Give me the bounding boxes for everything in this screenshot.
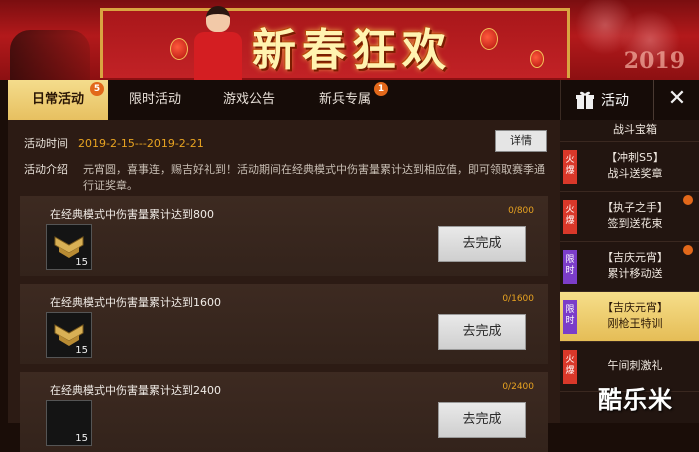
- medal-reward-icon[interactable]: 15: [46, 224, 92, 270]
- go-complete-button[interactable]: 去完成: [438, 314, 526, 350]
- reward-count: 15: [75, 345, 88, 356]
- task-progress: 0/1600: [502, 294, 534, 304]
- hot-tag: 火爆: [563, 150, 577, 184]
- hot-tag: 火爆: [563, 350, 577, 384]
- lantern-icon: [170, 38, 188, 60]
- sidebar-item[interactable]: 火爆 【执子之手】 签到送花束: [560, 192, 699, 242]
- tab-label: 日常活动: [31, 92, 84, 107]
- reward-count: 15: [75, 433, 88, 444]
- banner-title: 新春狂欢: [252, 25, 452, 76]
- task-card: 在经典模式中伤害量累计达到800 0/800 15 去完成: [20, 196, 548, 276]
- close-icon: ✕: [667, 86, 687, 111]
- sidebar-item-selected[interactable]: 限时 【吉庆元宵】 刚枪王特训: [560, 292, 699, 342]
- task-progress: 0/2400: [502, 382, 534, 392]
- notification-dot: [683, 245, 693, 255]
- sidebar-item[interactable]: 限时 【吉庆元宵】 累计移动送: [560, 242, 699, 292]
- activity-time-row: 活动时间 2019-2-15---2019-2-21: [24, 135, 204, 151]
- notification-badge: 1: [374, 82, 388, 96]
- task-title: 在经典模式中伤害量累计达到2400: [50, 384, 221, 397]
- watermark: 酷乐米: [598, 386, 673, 414]
- go-complete-button[interactable]: 去完成: [438, 402, 526, 438]
- character-illustration: [192, 2, 244, 80]
- sidebar-item-label: 【冲刺S5】 战斗送奖章: [606, 151, 664, 180]
- activity-panel: 日常活动 5 限时活动 游戏公告 新兵专属 1 活动时间 2019-2-15---…: [8, 80, 560, 452]
- notification-badge: 5: [90, 82, 104, 96]
- event-banner: 新春狂欢 2019: [0, 0, 699, 80]
- close-button[interactable]: ✕: [653, 80, 699, 120]
- intro-label: 活动介绍: [24, 163, 68, 176]
- reward-count: 15: [75, 257, 88, 268]
- tab-recruit[interactable]: 新兵专属 1: [296, 80, 394, 120]
- task-title: 在经典模式中伤害量累计达到1600: [50, 296, 221, 309]
- task-card: 在经典模式中伤害量累计达到2400 0/2400 15 去完成: [20, 372, 548, 452]
- detail-button[interactable]: 详情: [495, 130, 547, 152]
- limited-tag: 限时: [563, 300, 577, 334]
- sidebar-item-label: 战斗宝箱: [613, 123, 657, 136]
- go-complete-button[interactable]: 去完成: [438, 226, 526, 262]
- hot-tag: 火爆: [563, 200, 577, 234]
- sidebar-item-label: 【执子之手】 签到送花束: [602, 201, 668, 230]
- lantern-icon: [530, 50, 544, 68]
- task-card: 在经典模式中伤害量累计达到1600 0/1600 15 去完成: [20, 284, 548, 364]
- limited-tag: 限时: [563, 250, 577, 284]
- sidebar-item[interactable]: 战斗宝箱: [560, 120, 699, 142]
- tab-label: 新兵专属: [318, 92, 371, 107]
- tab-announcements[interactable]: 游戏公告: [202, 80, 296, 120]
- intro-text: 元宵圆，喜事连，赐吉好礼到！活动期间在经典模式中伤害量累计达到相应值，即可领取赛…: [83, 163, 545, 192]
- soldiers-illustration: [10, 30, 90, 80]
- tab-limited[interactable]: 限时活动: [108, 80, 202, 120]
- banner-year: 2019: [623, 48, 685, 74]
- task-progress: 0/800: [508, 206, 534, 216]
- sidebar-header: 活动 ✕: [560, 80, 699, 120]
- time-label: 活动时间: [24, 137, 68, 150]
- sidebar-item-label: 【吉庆元宵】 刚枪王特训: [602, 301, 668, 330]
- gift-icon: [576, 91, 594, 109]
- activity-list[interactable]: 战斗宝箱 火爆 【冲刺S5】 战斗送奖章 火爆 【执子之手】 签到送花束 限时 【吉…: [560, 120, 699, 423]
- sidebar-item[interactable]: 火爆 【冲刺S5】 战斗送奖章: [560, 142, 699, 192]
- sidebar-title: 活动: [601, 93, 629, 109]
- tab-label: 游戏公告: [222, 92, 275, 107]
- lantern-icon: [480, 28, 498, 50]
- tab-daily[interactable]: 日常活动 5: [8, 80, 108, 120]
- sidebar-item-label: 【吉庆元宵】 累计移动送: [602, 251, 668, 280]
- tab-bar: 日常活动 5 限时活动 游戏公告 新兵专属 1: [8, 80, 560, 120]
- medal-reward-icon[interactable]: 15: [46, 312, 92, 358]
- time-value: 2019-2-15---2019-2-21: [78, 137, 204, 150]
- task-title: 在经典模式中伤害量累计达到800: [50, 208, 214, 221]
- medal-reward-icon[interactable]: 15: [46, 400, 92, 446]
- tab-label: 限时活动: [128, 92, 181, 107]
- sidebar-item-label: 午间刺激礼: [607, 359, 663, 372]
- notification-dot: [683, 195, 693, 205]
